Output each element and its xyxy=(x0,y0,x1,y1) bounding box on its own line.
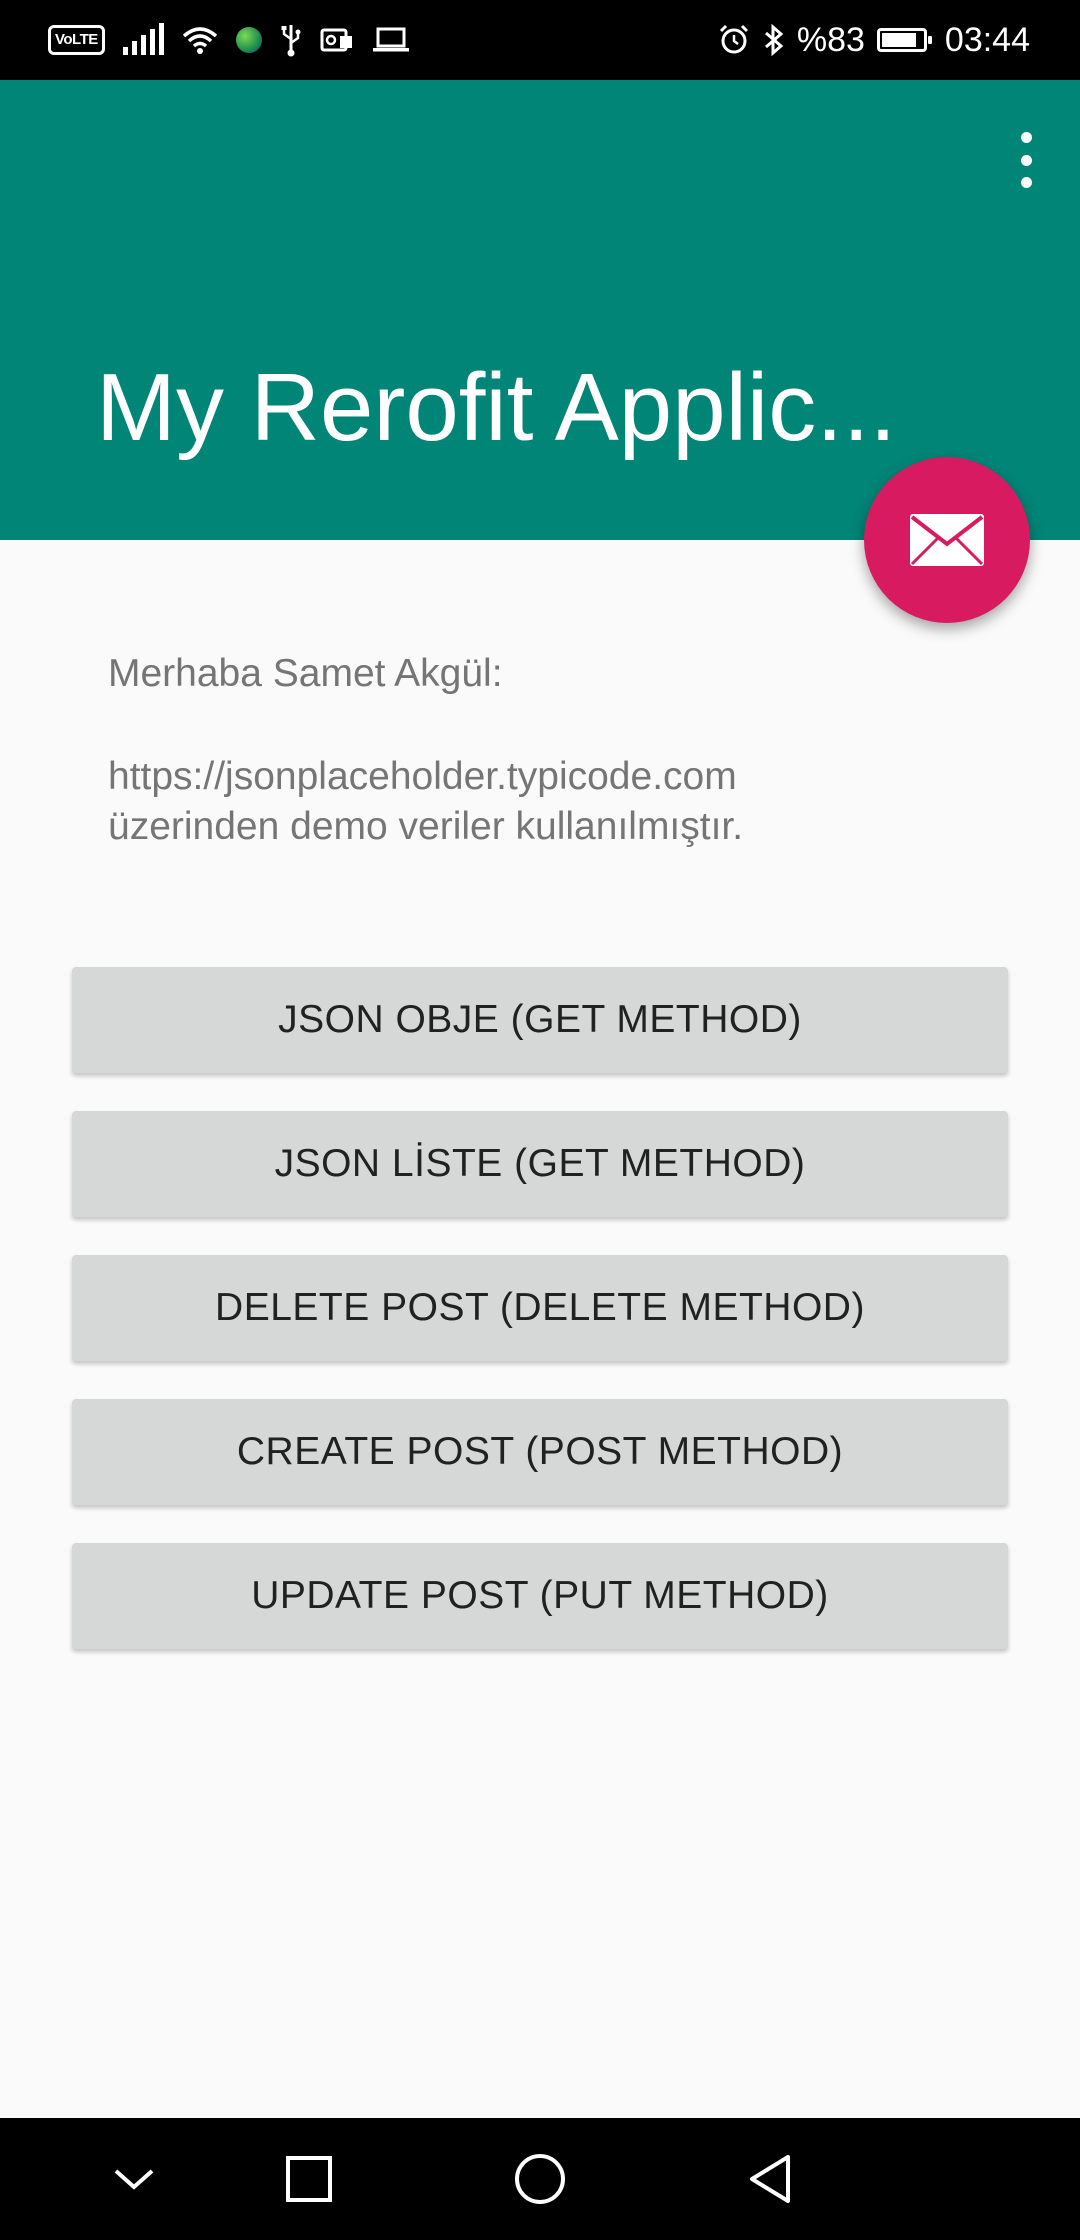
delete-post-button[interactable]: DELETE POST (DELETE METHOD) xyxy=(72,1255,1008,1361)
bluetooth-icon xyxy=(764,23,784,57)
page-title: My Rerofit Applic... xyxy=(96,354,897,461)
status-icons-left: VoLTE xyxy=(48,18,410,62)
battery-percent: %83 xyxy=(796,20,865,59)
battery-icon xyxy=(876,28,932,52)
mail-fab-button[interactable] xyxy=(864,457,1030,623)
greeting-text: Merhaba Samet Akgül: xyxy=(108,652,503,695)
info-url: https://jsonplaceholder.typicode.com xyxy=(108,755,737,798)
clock: 03:44 xyxy=(944,20,1030,59)
wifi-icon xyxy=(182,27,217,54)
mail-icon xyxy=(910,514,984,566)
home-icon[interactable] xyxy=(510,2149,570,2209)
status-bar: VoLTE %83 03:44 xyxy=(0,0,1080,80)
alarm-icon xyxy=(719,24,748,54)
update-post-button[interactable]: UPDATE POST (PUT METHOD) xyxy=(72,1543,1008,1649)
volte-icon: VoLTE xyxy=(48,25,105,55)
info-description: üzerinden demo veriler kullanılmıştır. xyxy=(108,805,744,848)
navigation-bar xyxy=(0,2118,1080,2240)
info-text: https://jsonplaceholder.typicode.com üze… xyxy=(108,752,743,852)
signal-icon xyxy=(122,23,164,55)
laptop-icon xyxy=(372,27,409,52)
recents-icon[interactable] xyxy=(279,2149,339,2209)
create-post-button[interactable]: CREATE POST (POST METHOD) xyxy=(72,1399,1008,1505)
vpn-icon xyxy=(320,28,352,52)
usb-icon xyxy=(281,25,301,57)
globe-icon xyxy=(235,27,262,53)
json-list-button[interactable]: JSON LİSTE (GET METHOD) xyxy=(72,1111,1008,1217)
status-icons-right: %83 03:44 xyxy=(717,14,1030,66)
more-vert-icon[interactable] xyxy=(1006,132,1046,188)
chevron-down-icon[interactable] xyxy=(104,2149,164,2209)
json-object-button[interactable]: JSON OBJE (GET METHOD) xyxy=(72,967,1008,1073)
back-icon[interactable] xyxy=(740,2149,800,2209)
